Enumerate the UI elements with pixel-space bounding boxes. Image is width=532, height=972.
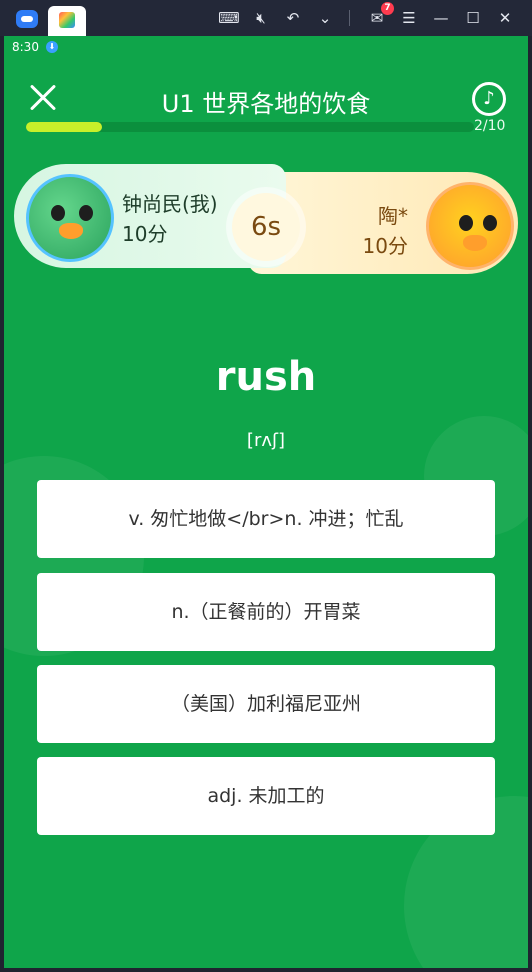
close-window-icon[interactable]: ✕ — [494, 8, 516, 28]
answer-option[interactable]: n.（正餐前的）开胃菜 — [37, 573, 495, 651]
mute-icon[interactable]: 🔇︎ — [250, 8, 272, 28]
active-tab[interactable] — [48, 6, 86, 36]
quiz-screen: 8:30 ⬇ U1 世界各地的饮食 ♪ 2/10 钟尚民(我) 10分 陶* 1… — [4, 36, 528, 968]
avatar-eye — [51, 205, 65, 221]
question-word: rush — [215, 354, 317, 400]
avatar-eye — [459, 215, 473, 231]
opponent-name: 陶* — [378, 204, 408, 228]
close-icon[interactable] — [26, 80, 60, 114]
countdown-timer: 6s — [232, 193, 300, 261]
app-logo-icon[interactable] — [16, 10, 38, 28]
avatar-beak — [59, 223, 83, 239]
question-phonetic: [rʌʃ] — [246, 430, 286, 451]
progress-counter: 2/10 — [474, 118, 506, 134]
progress-bar — [26, 122, 474, 132]
menu-icon[interactable]: ☰ — [398, 8, 420, 28]
answer-option[interactable]: （美国）加利福尼亚州 — [37, 665, 495, 743]
answer-option[interactable]: v. 匆忙地做</br>n. 冲进；忙乱 — [37, 480, 495, 558]
answer-option[interactable]: adj. 未加工的 — [37, 757, 495, 835]
undo-icon[interactable]: ↶ — [282, 8, 304, 28]
app-tab-icon — [59, 12, 75, 28]
chevron-down-icon[interactable]: ⌄ — [314, 8, 336, 28]
titlebar-divider — [349, 10, 350, 26]
status-time: 8:30 — [12, 40, 39, 54]
player-score: 10分 — [122, 222, 168, 246]
minimize-icon[interactable]: — — [430, 8, 452, 28]
status-bar: 8:30 ⬇ — [4, 36, 528, 58]
opponent-avatar — [426, 182, 514, 270]
mail-badge: 7 — [381, 2, 394, 15]
opponent-score: 10分 — [362, 234, 408, 258]
keyboard-icon[interactable]: ⌨ — [218, 8, 240, 28]
progress-fill — [26, 122, 102, 132]
avatar-beak — [463, 235, 487, 251]
music-icon[interactable]: ♪ — [472, 82, 506, 116]
page-title: U1 世界各地的饮食 — [161, 90, 371, 118]
player-name: 钟尚民(我) — [122, 192, 218, 216]
emulator-titlebar: ⌨ 🔇︎ ↶ ⌄ ✉ 7 ☰ — ☐ ✕ — [0, 0, 532, 36]
maximize-icon[interactable]: ☐ — [462, 8, 484, 28]
player-avatar — [26, 174, 114, 262]
download-icon: ⬇ — [46, 41, 58, 53]
avatar-eye — [483, 215, 497, 231]
avatar-eye — [79, 205, 93, 221]
